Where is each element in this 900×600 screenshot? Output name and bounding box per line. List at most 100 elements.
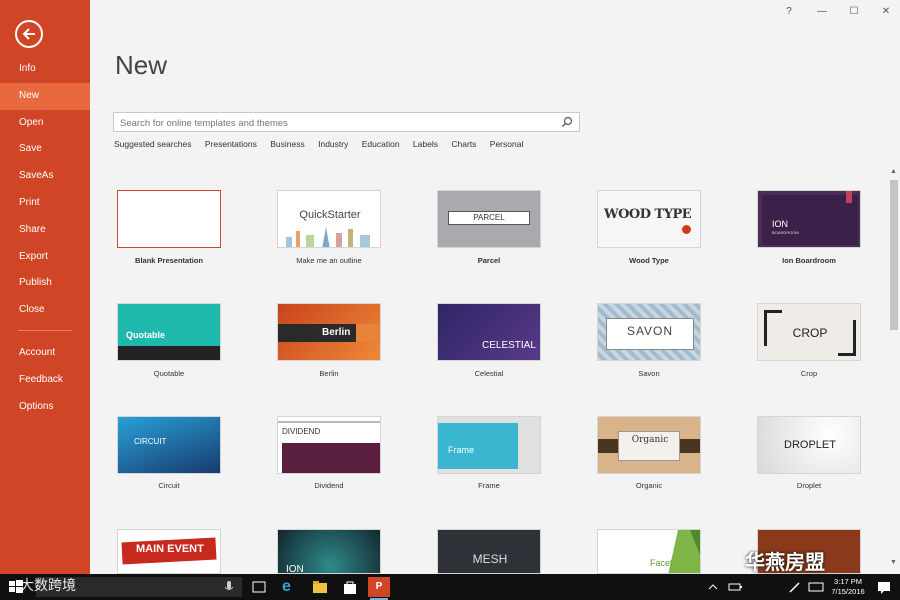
template-tile-ion[interactable]: ION — [277, 529, 381, 574]
suggested-education-link[interactable]: Education — [362, 139, 400, 149]
template-label: Wood Type — [629, 256, 669, 265]
suggested-searches: Suggested searches Presentations Busines… — [114, 139, 534, 149]
template-tile-blank[interactable] — [117, 190, 221, 248]
store-icon[interactable] — [342, 579, 358, 595]
tile-text: PARCEL — [448, 211, 530, 225]
chevron-up-icon[interactable] — [705, 579, 721, 595]
back-button[interactable] — [15, 20, 43, 48]
sidebar-item-share[interactable]: Share — [0, 217, 90, 244]
notification-icon[interactable] — [876, 579, 892, 595]
sidebar-item-options[interactable]: Options — [0, 394, 90, 421]
keyboard-icon[interactable] — [808, 579, 824, 595]
help-button[interactable]: ? — [782, 6, 796, 17]
scroll-down-arrow-icon[interactable]: ▼ — [890, 559, 897, 566]
scroll-up-arrow-icon[interactable]: ▲ — [890, 168, 897, 175]
watermark-text: 大数跨境 — [20, 577, 76, 593]
tile-text: Quotable — [126, 330, 166, 340]
sidebar-item-open[interactable]: Open — [0, 110, 90, 137]
tile-subtext: BOARDROOM — [772, 230, 799, 235]
file-explorer-icon[interactable] — [312, 579, 328, 595]
tile-text: DROPLET — [784, 439, 836, 451]
template-label: Dividend — [314, 481, 344, 490]
template-label: Quotable — [153, 369, 185, 378]
template-tile-circuit[interactable]: CIRCUIT — [117, 416, 221, 474]
tile-text: WOOD TYPE — [604, 207, 692, 222]
suggested-personal-link[interactable]: Personal — [490, 139, 524, 149]
sidebar-item-save[interactable]: Save — [0, 136, 90, 163]
sidebar-item-new[interactable]: New — [0, 82, 90, 110]
template-label: Savon — [638, 369, 660, 378]
template-tile-quotable[interactable]: Quotable — [117, 303, 221, 361]
microphone-icon[interactable] — [224, 580, 234, 594]
sidebar-item-feedback[interactable]: Feedback — [0, 367, 90, 394]
template-label: Ion Boardroom — [782, 256, 836, 265]
sidebar-divider — [18, 330, 72, 331]
template-tile-organic[interactable]: Organic — [597, 416, 701, 474]
template-label: Blank Presentation — [135, 256, 203, 265]
tile-text: SAVON — [626, 324, 674, 338]
template-tile-droplet[interactable]: DROPLET — [757, 416, 861, 474]
template-label: Make me an outline — [296, 256, 362, 265]
suggested-charts-link[interactable]: Charts — [451, 139, 476, 149]
backstage-sidebar: Info New Open Save SaveAs Print Share Ex… — [0, 0, 90, 574]
search-input[interactable] — [114, 114, 554, 133]
powerpoint-icon[interactable]: P — [368, 577, 390, 597]
tile-text: MESH — [472, 552, 508, 566]
task-view-icon[interactable] — [251, 579, 267, 595]
template-tile-mesh[interactable]: MESH — [437, 529, 541, 574]
template-tile-woodtype[interactable]: WOOD TYPE — [597, 190, 701, 248]
red-dot-icon — [682, 225, 691, 234]
sidebar-item-print[interactable]: Print — [0, 190, 90, 217]
scroll-thumb[interactable] — [890, 180, 898, 330]
template-label: Berlin — [319, 369, 339, 378]
maximize-button[interactable]: ☐ — [847, 6, 861, 17]
template-label: Celestial — [474, 369, 504, 378]
template-tile-frame[interactable]: Frame — [437, 416, 541, 474]
brand-watermark: 华燕房盟 — [745, 552, 825, 574]
sidebar-item-info[interactable]: Info — [0, 56, 90, 83]
edge-browser-icon[interactable]: e — [282, 579, 298, 595]
sidebar-nav-bottom: Account Feedback Options — [0, 340, 90, 420]
taskbar-clock[interactable]: 3:17 PM 7/15/2016 — [830, 577, 866, 597]
template-tile-crop[interactable]: CROP — [757, 303, 861, 361]
close-window-button[interactable]: ✕ — [879, 6, 893, 17]
template-tile-quickstarter[interactable]: QuickStarter — [277, 190, 381, 248]
sidebar-item-publish[interactable]: Publish — [0, 270, 90, 297]
template-tile-main-event[interactable]: MAIN EVENT — [117, 529, 221, 574]
tile-text: CELESTIAL — [482, 340, 536, 351]
battery-icon[interactable] — [727, 579, 743, 595]
template-tile-celestial[interactable]: CELESTIAL — [437, 303, 541, 361]
gallery-scrollbar[interactable]: ▲ ▼ — [888, 166, 900, 568]
tile-text: MAIN EVENT — [136, 543, 204, 555]
template-label: Droplet — [796, 481, 822, 490]
skyline-illustration-icon — [286, 227, 370, 247]
suggested-business-link[interactable]: Business — [270, 139, 305, 149]
pen-icon[interactable] — [787, 579, 803, 595]
template-label: Crop — [800, 369, 818, 378]
template-tile-berlin[interactable]: Berlin — [277, 303, 381, 361]
template-label: Organic — [635, 481, 663, 490]
suggested-labels-link[interactable]: Labels — [413, 139, 438, 149]
sidebar-item-export[interactable]: Export — [0, 244, 90, 271]
template-tile-dividend[interactable]: DIVIDEND — [277, 416, 381, 474]
tile-text: ION — [286, 564, 304, 574]
template-tile-facet[interactable]: Facet — [597, 529, 701, 574]
template-search — [113, 112, 580, 133]
tile-text: Organic — [631, 435, 669, 445]
suggested-industry-link[interactable]: Industry — [318, 139, 348, 149]
template-label: Parcel — [477, 256, 501, 265]
search-icon[interactable] — [561, 116, 573, 128]
template-label: Frame — [478, 481, 500, 490]
sidebar-item-saveas[interactable]: SaveAs — [0, 163, 90, 190]
tile-text: ION — [772, 219, 789, 229]
template-tile-ion-boardroom[interactable]: ION BOARDROOM — [757, 190, 861, 248]
template-tile-savon[interactable]: SAVON — [597, 303, 701, 361]
tile-text: CIRCUIT — [134, 437, 167, 446]
sidebar-item-account[interactable]: Account — [0, 340, 90, 367]
template-tile-parcel[interactable]: PARCEL — [437, 190, 541, 248]
minimize-button[interactable]: — — [815, 6, 829, 17]
suggested-presentations-link[interactable]: Presentations — [205, 139, 257, 149]
sidebar-item-close[interactable]: Close — [0, 297, 90, 324]
sidebar-nav: Info New Open Save SaveAs Print Share Ex… — [0, 56, 90, 324]
tile-text: QuickStarter — [299, 209, 361, 221]
